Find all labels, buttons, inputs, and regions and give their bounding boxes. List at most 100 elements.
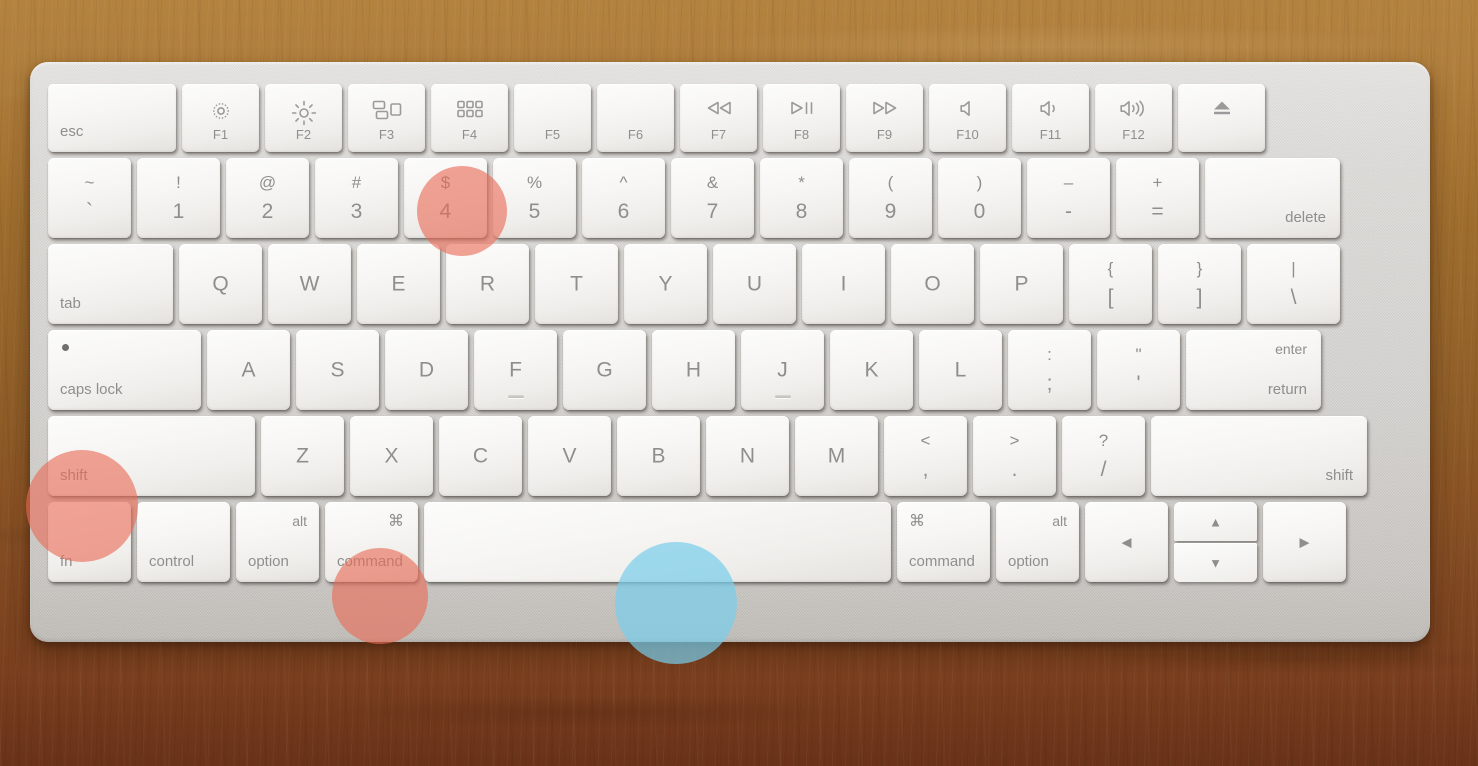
key-f12[interactable]: F12 (1095, 84, 1172, 152)
key-label: L (954, 358, 967, 382)
key-eight[interactable]: * 8 (760, 158, 843, 238)
key-bracket-right[interactable]: }] (1158, 244, 1241, 324)
key-b[interactable]: B (617, 416, 700, 496)
key-five[interactable]: % 5 (493, 158, 576, 238)
key-label: option (248, 553, 289, 570)
key-shift-left[interactable]: shift (48, 416, 255, 496)
key-three[interactable]: #3 (315, 158, 398, 238)
key-label: Z (296, 444, 309, 468)
key-q[interactable]: Q (179, 244, 262, 324)
key-space[interactable] (424, 502, 891, 582)
key-f11[interactable]: F11 (1012, 84, 1089, 152)
rewind-icon (680, 100, 757, 116)
key-four[interactable]: $4 (404, 158, 487, 238)
key-caps-lock[interactable]: caps lock (48, 330, 201, 410)
key-label: return (1267, 381, 1307, 398)
key-slash[interactable]: ? / (1062, 416, 1145, 496)
key-nine[interactable]: (9 (849, 158, 932, 238)
key-label: Y (658, 272, 673, 296)
key-f7[interactable]: F7 (680, 84, 757, 152)
key-z[interactable]: Z (261, 416, 344, 496)
key-row-qwerty: tab Q W E R T Y U I O P{[}] | \ (48, 244, 1340, 324)
key-return[interactable]: return enter (1186, 330, 1321, 410)
key-delete[interactable]: delete (1205, 158, 1340, 238)
key-option-left[interactable]: option alt (236, 502, 319, 582)
key-backslash[interactable]: | \ (1247, 244, 1340, 324)
key-bracket-left[interactable]: {[ (1069, 244, 1152, 324)
key-p[interactable]: P (980, 244, 1063, 324)
key-l[interactable]: L (919, 330, 1002, 410)
key-v[interactable]: V (528, 416, 611, 496)
key-semicolon[interactable]: :; (1008, 330, 1091, 410)
key-seven[interactable]: & 7 (671, 158, 754, 238)
key-f[interactable]: F (474, 330, 557, 410)
key-rows: esc F1 F2 F3 F4 F5 F6 F7 F8 F9 F10 F11 F12 ~ `! 1 @2 #3 $4… (30, 62, 1430, 642)
key-eject[interactable] (1178, 84, 1265, 152)
key-comma[interactable]: <, (884, 416, 967, 496)
key-arrow-up[interactable]: ▲ (1174, 502, 1257, 541)
key-f6[interactable]: F6 (597, 84, 674, 152)
key-j[interactable]: J (741, 330, 824, 410)
key-f1[interactable]: F1 (182, 84, 259, 152)
key-label: W (299, 272, 320, 296)
command-symbol-icon: ⌘ (909, 513, 925, 530)
key-u[interactable]: U (713, 244, 796, 324)
key-zero[interactable]: ) 0 (938, 158, 1021, 238)
key-k[interactable]: K (830, 330, 913, 410)
key-o[interactable]: O (891, 244, 974, 324)
key-n[interactable]: N (706, 416, 789, 496)
key-option-right[interactable]: option alt (996, 502, 1079, 582)
key-f3[interactable]: F3 (348, 84, 425, 152)
key-m[interactable]: M (795, 416, 878, 496)
key-r[interactable]: R (446, 244, 529, 324)
key-e[interactable]: E (357, 244, 440, 324)
key-quote[interactable]: " ' (1097, 330, 1180, 410)
key-arrow-updown[interactable]: ▲ ▼ (1174, 502, 1257, 582)
caps-lock-indicator (62, 344, 69, 351)
key-c[interactable]: C (439, 416, 522, 496)
key-g[interactable]: G (563, 330, 646, 410)
key-esc[interactable]: esc (48, 84, 176, 152)
key-label: N (739, 444, 756, 468)
play-pause-icon (763, 100, 840, 116)
key-label: F8 (793, 127, 810, 142)
key-f8[interactable]: F8 (763, 84, 840, 152)
key-label-base: \ (1290, 286, 1297, 309)
key-shift-right[interactable]: shift (1151, 416, 1367, 496)
key-d[interactable]: D (385, 330, 468, 410)
key-command-right[interactable]: command ⌘ (897, 502, 990, 582)
key-minus[interactable]: – - (1027, 158, 1110, 238)
key-label-shifted: ) (976, 173, 983, 192)
key-arrow-left[interactable]: ◀ (1085, 502, 1168, 582)
key-t[interactable]: T (535, 244, 618, 324)
key-x[interactable]: X (350, 416, 433, 496)
key-backtick[interactable]: ~ ` (48, 158, 131, 238)
key-tab[interactable]: tab (48, 244, 173, 324)
key-arrow-right[interactable]: ▶ (1263, 502, 1346, 582)
key-equal[interactable]: + = (1116, 158, 1199, 238)
key-w[interactable]: W (268, 244, 351, 324)
key-label-base: 7 (706, 200, 719, 223)
key-label-shifted: ? (1098, 431, 1109, 450)
key-six[interactable]: ^ 6 (582, 158, 665, 238)
key-f2[interactable]: F2 (265, 84, 342, 152)
key-s[interactable]: S (296, 330, 379, 410)
key-fn[interactable]: fn (48, 502, 131, 582)
key-period[interactable]: >. (973, 416, 1056, 496)
key-control-left[interactable]: control (137, 502, 230, 582)
key-i[interactable]: I (802, 244, 885, 324)
key-label: delete (1285, 209, 1326, 226)
key-f5[interactable]: F5 (514, 84, 591, 152)
key-arrow-down[interactable]: ▼ (1174, 543, 1257, 582)
key-command-left[interactable]: command ⌘ (325, 502, 418, 582)
key-f10[interactable]: F10 (929, 84, 1006, 152)
key-two[interactable]: @2 (226, 158, 309, 238)
key-label: F6 (627, 127, 644, 142)
key-label: O (924, 272, 941, 296)
key-y[interactable]: Y (624, 244, 707, 324)
key-h[interactable]: H (652, 330, 735, 410)
key-a[interactable]: A (207, 330, 290, 410)
key-f4[interactable]: F4 (431, 84, 508, 152)
key-one[interactable]: ! 1 (137, 158, 220, 238)
key-f9[interactable]: F9 (846, 84, 923, 152)
